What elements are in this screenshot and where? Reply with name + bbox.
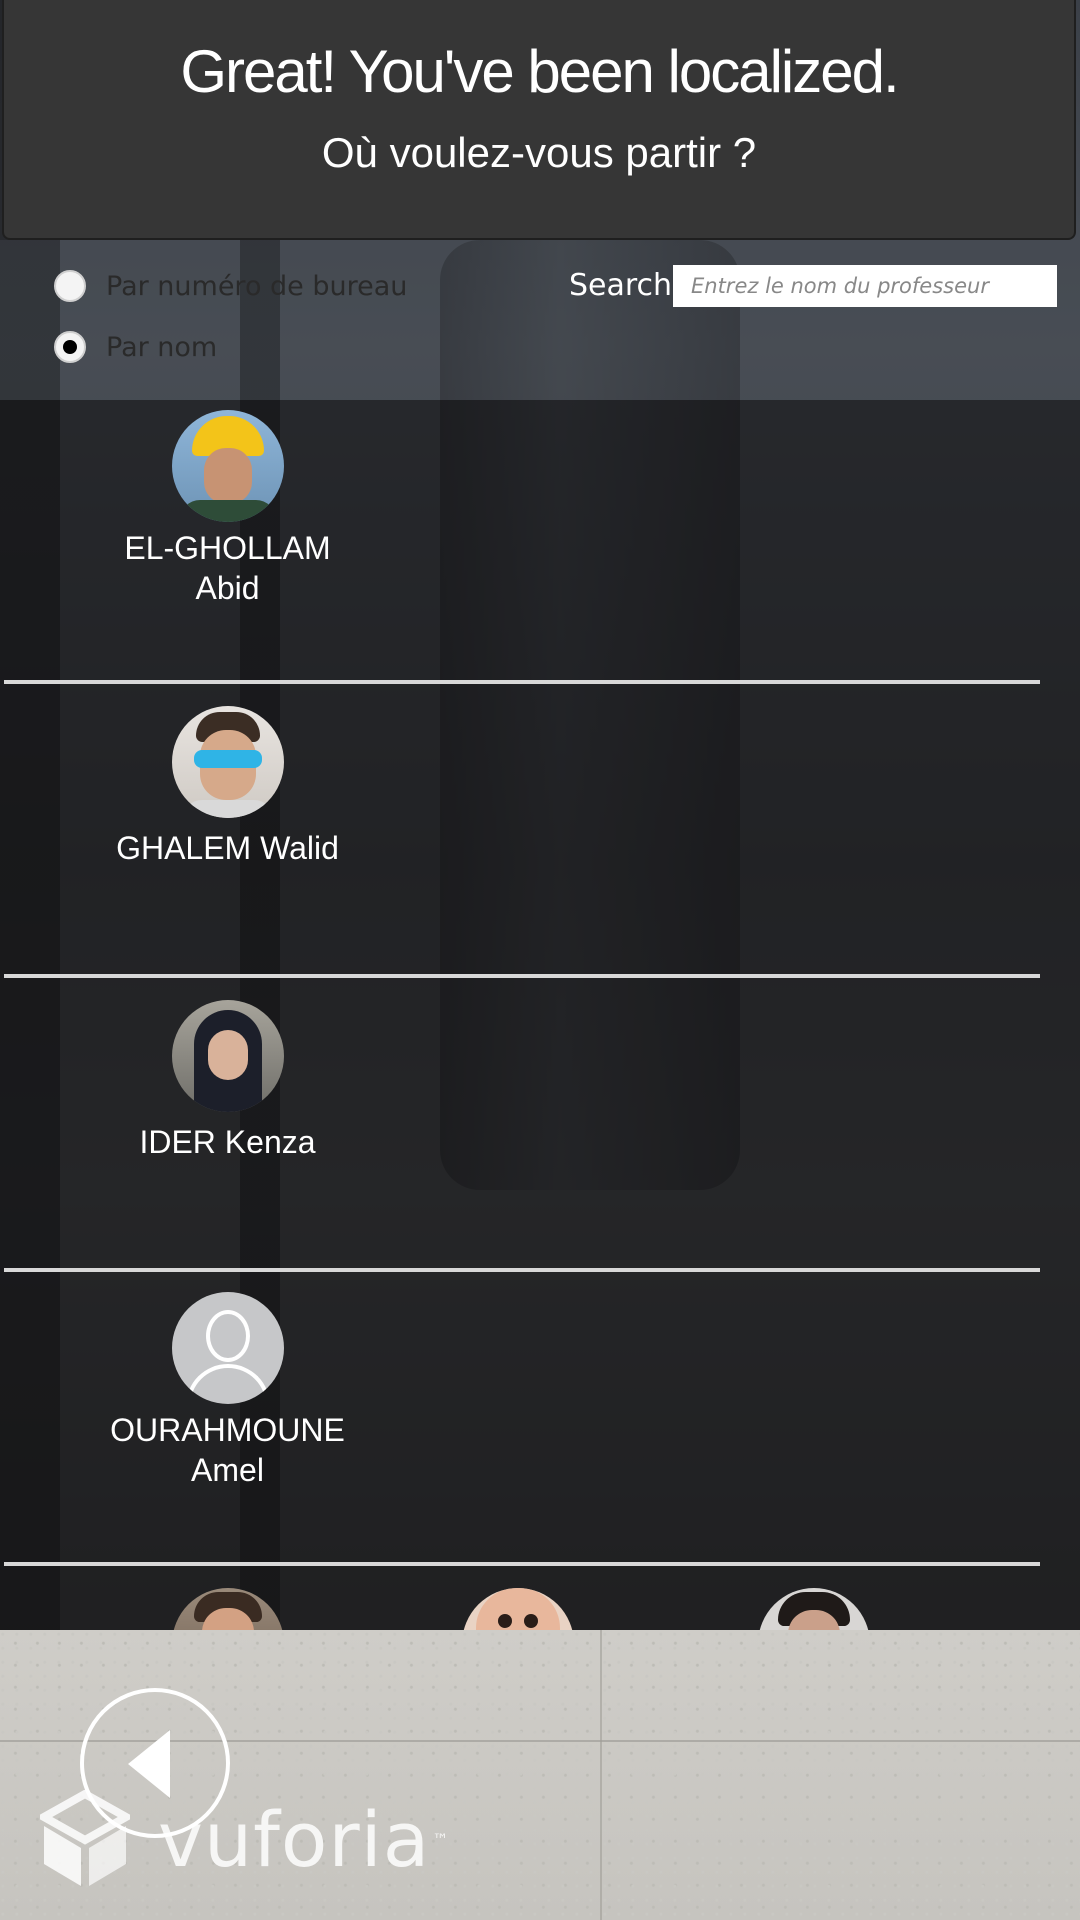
search-options-panel xyxy=(0,240,1080,400)
radio-button-name[interactable] xyxy=(54,331,86,363)
list-item-professor-partial[interactable] xyxy=(758,1588,870,1630)
professor-name-line1: GHALEM Walid xyxy=(116,830,339,866)
list-item-professor-partial[interactable] xyxy=(462,1588,574,1630)
radio-label-office: Par numéro de bureau xyxy=(106,270,408,302)
professor-name-line1: IDER Kenza xyxy=(139,1124,316,1160)
list-item-professor[interactable]: EL-GHOLLAM Abid xyxy=(0,400,1080,694)
professor-card[interactable]: IDER Kenza xyxy=(90,1000,365,1162)
back-arrow-icon xyxy=(128,1730,170,1798)
list-item-professor[interactable]: IDER Kenza xyxy=(0,988,1080,1282)
list-item-professor-partial[interactable] xyxy=(172,1588,284,1630)
list-divider xyxy=(4,1268,1040,1272)
professor-name-line1: EL-GHOLLAM xyxy=(124,530,331,566)
list-item-professor[interactable]: GHALEM Walid xyxy=(0,694,1080,988)
professor-card[interactable]: GHALEM Walid xyxy=(90,706,365,868)
professor-name-line2: Abid xyxy=(195,570,260,606)
radio-label-name: Par nom xyxy=(106,331,218,363)
list-divider xyxy=(4,680,1040,684)
avatar xyxy=(171,410,284,522)
avatar xyxy=(171,1000,284,1112)
avatar xyxy=(172,1588,284,1630)
avatar xyxy=(462,1588,574,1630)
back-button[interactable] xyxy=(80,1688,230,1838)
default-user-avatar-icon xyxy=(171,1292,284,1404)
list-item-professor[interactable]: OURAHMOUNE Amel xyxy=(0,1282,1080,1576)
radio-by-name[interactable]: Par nom xyxy=(54,327,217,367)
radio-by-office-number[interactable]: Par numéro de bureau xyxy=(54,266,407,306)
avatar xyxy=(758,1588,870,1630)
professor-card[interactable]: EL-GHOLLAM Abid xyxy=(90,410,365,608)
avatar xyxy=(171,706,284,818)
header-title: Great! You've been localized. xyxy=(180,38,899,105)
professor-list[interactable]: EL-GHOLLAM Abid GHALEM Walid IDER Kenza … xyxy=(0,400,1080,1630)
professor-name-line2: Amel xyxy=(191,1452,264,1488)
professor-name-line1: OURAHMOUNE xyxy=(110,1412,345,1448)
radio-button-office[interactable] xyxy=(54,270,86,302)
search-input[interactable] xyxy=(673,265,1057,307)
list-divider xyxy=(4,1562,1040,1566)
list-divider xyxy=(4,974,1040,978)
professor-card[interactable]: OURAHMOUNE Amel xyxy=(90,1292,365,1490)
header-banner: Great! You've been localized. Où voulez-… xyxy=(2,0,1076,240)
search-label: Search xyxy=(569,268,673,303)
header-subtitle: Où voulez-vous partir ? xyxy=(321,129,757,176)
